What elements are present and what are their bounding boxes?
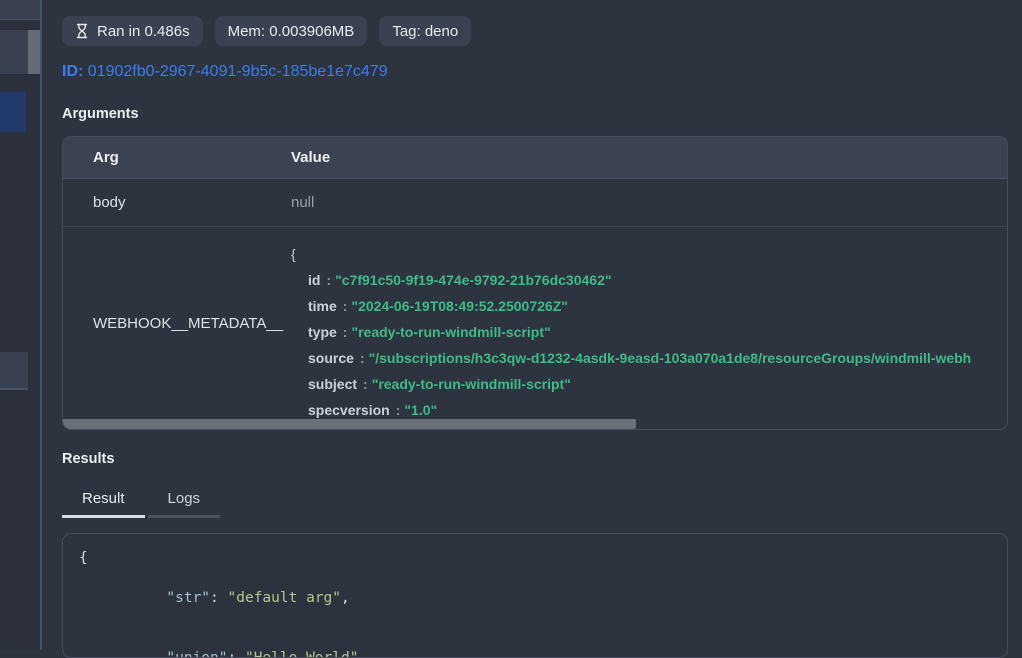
memory-badge-label: Mem: 0.003906MB	[228, 23, 355, 40]
arg-value-null: null	[291, 179, 1007, 226]
tab-result[interactable]: Result	[62, 490, 145, 518]
job-id-line: ID: 01902fb0-2967-4091-9b5c-185be1e7c479	[62, 63, 1008, 81]
code-open-brace: {	[79, 548, 991, 568]
json-entry-source[interactable]: source:"/subscriptions/h3c3qw-d1232-4asd…	[291, 345, 1007, 371]
results-tabbar: Result Logs	[62, 490, 1008, 518]
tag-badge: Tag: deno	[379, 16, 471, 46]
horizontal-scrollbar-track[interactable]	[63, 419, 1007, 429]
sidebar-divider	[40, 0, 42, 650]
arguments-table-header: Arg Value	[63, 137, 1007, 179]
code-line-union: "union": "Hello World"	[79, 628, 991, 658]
memory-badge: Mem: 0.003906MB	[215, 16, 368, 46]
code-line-str: "str": "default arg",	[79, 568, 991, 628]
column-header-arg: Arg	[63, 137, 291, 178]
column-header-value: Value	[291, 137, 1007, 178]
result-code-block: { "str": "default arg", "union": "Hello …	[62, 533, 1008, 658]
sidebar-item-partial[interactable]	[0, 0, 40, 20]
json-open-brace: {	[291, 241, 1007, 267]
table-row-webhook-metadata: WEBHOOK__METADATA__ { id:"c7f91c50-9f19-…	[63, 227, 1007, 419]
results-heading: Results	[62, 451, 1008, 467]
sidebar-item-selected[interactable]	[0, 92, 26, 132]
run-detail-panel: Ran in 0.486s Mem: 0.003906MB Tag: deno …	[62, 0, 1008, 658]
runtime-badge-label: Ran in 0.486s	[97, 23, 190, 40]
json-entry-id[interactable]: id:"c7f91c50-9f19-474e-9792-21b76dc30462…	[291, 267, 1007, 293]
tab-logs[interactable]: Logs	[148, 490, 221, 518]
horizontal-scrollbar-thumb[interactable]	[63, 419, 636, 429]
tag-badge-label: Tag: deno	[392, 23, 458, 40]
job-id-value[interactable]: 01902fb0-2967-4091-9b5c-185be1e7c479	[88, 63, 388, 80]
job-id-label: ID:	[62, 63, 83, 80]
sidebar-item[interactable]	[0, 30, 28, 74]
arguments-heading: Arguments	[62, 106, 1008, 122]
runtime-badge: Ran in 0.486s	[62, 16, 203, 46]
table-row-body: body null	[63, 179, 1007, 227]
arguments-table: Arg Value body null WEBHOOK__METADATA__ …	[62, 136, 1008, 430]
run-stats-badges: Ran in 0.486s Mem: 0.003906MB Tag: deno	[62, 16, 1008, 46]
sidebar-panel	[0, 0, 43, 650]
sidebar-scrollbar[interactable]	[28, 30, 40, 74]
arg-name-body: body	[63, 179, 291, 226]
sidebar-item[interactable]	[0, 352, 28, 390]
hourglass-icon	[75, 23, 89, 39]
json-entry-type[interactable]: type:"ready-to-run-windmill-script"	[291, 319, 1007, 345]
json-object-viewer: { id:"c7f91c50-9f19-474e-9792-21b76dc304…	[291, 227, 1007, 423]
arg-name-webhook-metadata: WEBHOOK__METADATA__	[63, 227, 291, 419]
json-entry-time[interactable]: time:"2024-06-19T08:49:52.2500726Z"	[291, 293, 1007, 319]
json-entry-subject[interactable]: subject:"ready-to-run-windmill-script"	[291, 371, 1007, 397]
arg-value-webhook-metadata: { id:"c7f91c50-9f19-474e-9792-21b76dc304…	[291, 227, 1007, 419]
